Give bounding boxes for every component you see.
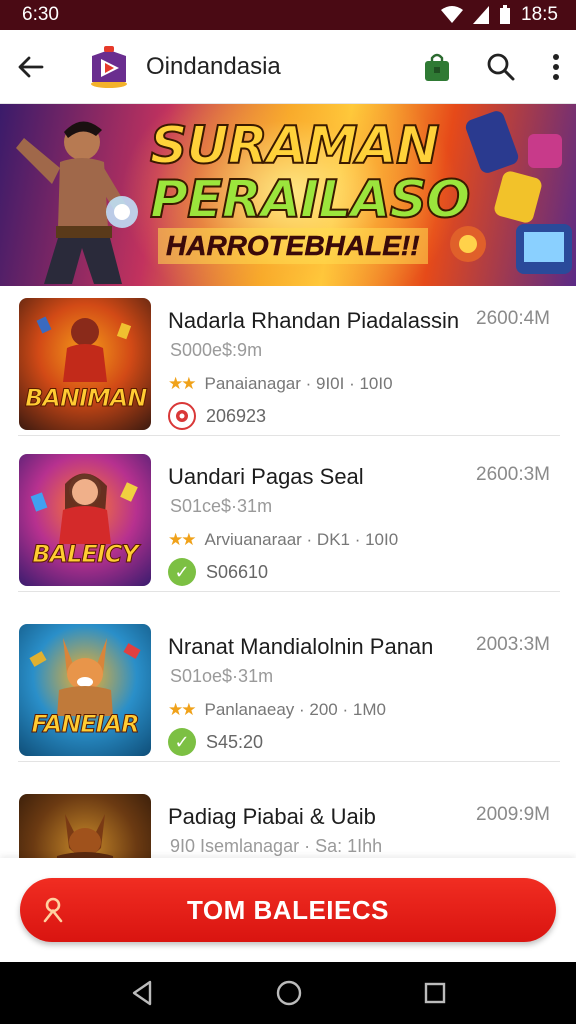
cta-label: TOM BALEIECS bbox=[187, 894, 389, 925]
game-thumbnail: FANEIAR bbox=[19, 624, 151, 756]
thumbnail-caption: FANEIAR bbox=[31, 710, 140, 739]
rating-text: Panaianagar · 9I0I · 10I0 bbox=[204, 374, 393, 393]
star-rating-icon: ★★ bbox=[168, 700, 197, 719]
app-logo-icon bbox=[91, 45, 127, 88]
wifi-icon bbox=[441, 6, 464, 23]
game-rating: ★★ Panaianagar · 9I0I · 10I0 bbox=[168, 374, 393, 394]
list-item[interactable]: FANEIAR Nranat Mandialolnin Panan 2003:3… bbox=[18, 612, 560, 762]
more-vert-icon[interactable] bbox=[552, 53, 560, 80]
promo-banner[interactable]: SURAMAN PERAILASO HARROTEBHALE!! bbox=[0, 104, 576, 286]
check-icon: ✓ bbox=[168, 558, 196, 586]
status-right-time: 18:5 bbox=[521, 4, 558, 25]
system-nav-bar bbox=[0, 962, 576, 1024]
rating-text: Panlanaeay · 200 · 1M0 bbox=[204, 700, 386, 719]
game-title: Uandari Pagas Seal bbox=[168, 464, 364, 489]
game-thumbnail: BANIMAN bbox=[19, 298, 151, 430]
list-item[interactable]: Padiag Piabai & Uaib 2009:9M 9I0 Isemlan… bbox=[18, 782, 560, 858]
game-thumbnail: BALEICY bbox=[19, 454, 151, 586]
banner-game-items-image bbox=[450, 111, 572, 274]
nav-recents-icon[interactable] bbox=[424, 982, 446, 1004]
game-status: ✓ S06610 bbox=[168, 558, 268, 586]
rating-text: Arviuanaraar · DK1 · 10I0 bbox=[204, 530, 399, 549]
list-item[interactable]: BALEICY Uandari Pagas Seal 2600:3M S01ce… bbox=[18, 442, 560, 592]
game-art-image bbox=[56, 814, 114, 858]
game-size: 2600:3M bbox=[476, 464, 550, 485]
status-time: 6:30 bbox=[22, 4, 59, 25]
record-icon bbox=[168, 402, 196, 430]
nav-back-icon[interactable] bbox=[130, 980, 154, 1006]
person-icon bbox=[43, 897, 63, 923]
banner-headline-2: PERAILASO bbox=[149, 169, 471, 231]
game-title: Nranat Mandialolnin Panan bbox=[168, 634, 434, 659]
game-title: Nadarla Rhandan Piadalassin bbox=[168, 308, 460, 333]
status-icons: 18:5 bbox=[441, 4, 558, 26]
nav-home-icon[interactable] bbox=[275, 979, 303, 1007]
game-size: 2600:4M bbox=[476, 308, 550, 329]
game-subtitle: S000e$:9m bbox=[170, 340, 263, 360]
status-text: S45:20 bbox=[206, 731, 264, 752]
shopping-bag-icon[interactable] bbox=[424, 52, 450, 82]
back-arrow-icon[interactable] bbox=[16, 52, 46, 82]
search-icon[interactable] bbox=[486, 52, 516, 82]
app-title: Oindandasia bbox=[146, 52, 281, 80]
status-text: 206923 bbox=[206, 405, 267, 426]
game-thumbnail bbox=[19, 794, 151, 858]
game-subtitle: S01ce$·31m bbox=[170, 496, 273, 516]
app-bar: Oindandasia bbox=[0, 30, 576, 104]
game-size: 2003:3M bbox=[476, 634, 550, 655]
bottom-action-bar: TOM BALEIECS bbox=[0, 858, 576, 962]
status-text: S06610 bbox=[206, 561, 269, 582]
game-list: BANIMAN Nadarla Rhandan Piadalassin 2600… bbox=[0, 286, 576, 858]
game-subtitle: S01oe$·31m bbox=[170, 666, 274, 686]
battery-icon bbox=[500, 5, 511, 24]
banner-headline-1: SURAMAN bbox=[149, 115, 440, 177]
banner-tagline: HARROTEBHALE!! bbox=[158, 228, 428, 264]
status-bar: 6:30 18:5 bbox=[0, 0, 576, 30]
star-rating-icon: ★★ bbox=[168, 374, 197, 393]
list-item[interactable]: BANIMAN Nadarla Rhandan Piadalassin 2600… bbox=[18, 286, 560, 436]
game-size: 2009:9M bbox=[476, 804, 550, 825]
game-rating: ★★ Arviuanaraar · DK1 · 10I0 bbox=[168, 530, 398, 550]
app-actions bbox=[424, 52, 560, 82]
game-rating: ★★ Panlanaeay · 200 · 1M0 bbox=[168, 700, 386, 720]
game-title: Padiag Piabai & Uaib bbox=[168, 804, 376, 829]
primary-cta-button[interactable]: TOM BALEIECS bbox=[20, 878, 556, 942]
thumbnail-caption: BANIMAN bbox=[25, 384, 148, 413]
game-status: 206923 bbox=[168, 402, 266, 430]
check-icon: ✓ bbox=[168, 728, 196, 756]
game-subtitle: 9I0 Isemlanagar · Sa: 1Ihh bbox=[170, 836, 383, 856]
game-status: ✓ S45:20 bbox=[168, 728, 263, 756]
thumbnail-caption: BALEICY bbox=[32, 540, 139, 569]
signal-icon bbox=[473, 6, 490, 24]
hero-character-image bbox=[16, 121, 138, 284]
star-rating-icon: ★★ bbox=[168, 530, 197, 549]
